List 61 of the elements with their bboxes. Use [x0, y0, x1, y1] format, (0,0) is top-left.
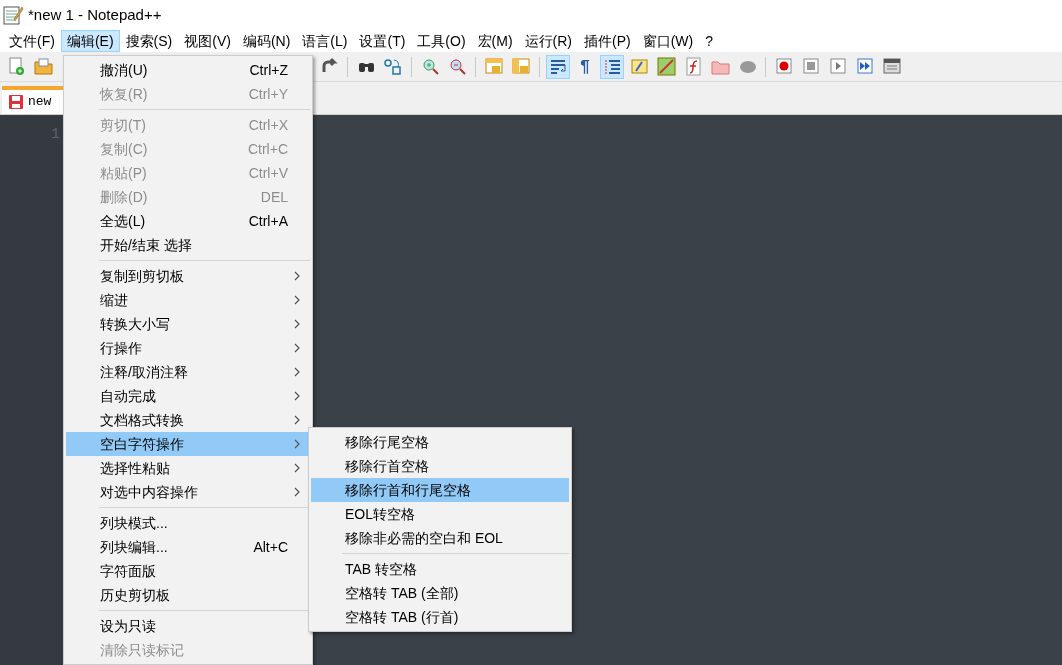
- stop-icon: [801, 57, 821, 76]
- window-title: *new 1 - Notepad++: [28, 4, 162, 25]
- record-icon: [774, 57, 794, 76]
- menu-item[interactable]: 设为只读: [66, 614, 310, 638]
- menu-item[interactable]: 运行(R): [518, 30, 578, 52]
- menu-item[interactable]: 移除行首和行尾空格: [311, 478, 569, 502]
- menu-item[interactable]: 移除行首空格: [311, 454, 569, 478]
- play-icon: [828, 57, 848, 76]
- menu-item[interactable]: 编码(N): [236, 30, 297, 52]
- zoom-in-icon: [420, 57, 440, 76]
- menu-item[interactable]: 搜索(S): [119, 30, 179, 52]
- menu-item[interactable]: 空白字符操作: [66, 432, 310, 456]
- menu-item[interactable]: 空格转 TAB (行首): [311, 605, 569, 629]
- menu-item[interactable]: 设置(T): [353, 30, 412, 52]
- menu-item[interactable]: 语言(L): [296, 30, 354, 52]
- menu-item[interactable]: 对选中内容操作: [66, 480, 310, 504]
- menu-item[interactable]: 自动完成: [66, 384, 310, 408]
- menu-item[interactable]: 移除行尾空格: [311, 430, 569, 454]
- show-all-characters-button[interactable]: ¶: [573, 54, 597, 79]
- indent-guide-icon: [602, 57, 622, 76]
- save-macro-icon: [882, 57, 902, 76]
- menu-item[interactable]: 选择性粘贴: [66, 456, 310, 480]
- fast-forward-icon: [855, 57, 875, 76]
- menu-item[interactable]: 复制到剪切板: [66, 264, 310, 288]
- indent-guide-button[interactable]: [600, 54, 624, 79]
- menu-item[interactable]: ?: [699, 30, 720, 52]
- word-wrap-button[interactable]: [546, 54, 570, 79]
- menu-item[interactable]: 列块模式...: [66, 511, 310, 535]
- menu-item[interactable]: 编辑(E): [60, 30, 120, 52]
- menu-item[interactable]: 转换大小写: [66, 312, 310, 336]
- document-map-icon: [656, 57, 676, 76]
- menu-item[interactable]: 开始/结束 选择: [66, 233, 310, 257]
- menu-item[interactable]: 空格转 TAB (全部): [311, 581, 569, 605]
- save-icon: [8, 94, 24, 110]
- menu-item[interactable]: 缩进: [66, 288, 310, 312]
- menu-item[interactable]: 视图(V): [178, 30, 237, 52]
- document-map-button[interactable]: [654, 54, 678, 79]
- menu-item[interactable]: 移除非必需的空白和 EOL: [311, 526, 569, 550]
- menu-item[interactable]: 插件(P): [578, 30, 637, 52]
- menu-item[interactable]: TAB 转空格: [311, 557, 569, 581]
- menu-item[interactable]: 工具(O): [411, 30, 472, 52]
- menu-item[interactable]: 行操作: [66, 336, 310, 360]
- word-wrap-icon: [548, 57, 568, 76]
- menu-item[interactable]: 撤消(U) Ctrl+Z: [66, 58, 310, 82]
- menu-item[interactable]: 宏(M): [471, 30, 519, 52]
- menu-item[interactable]: 全选(L) Ctrl+A: [66, 209, 310, 233]
- menu-item[interactable]: 字符面版: [66, 559, 310, 583]
- zoom-out-icon: [447, 57, 467, 76]
- menu-item[interactable]: 文件(F): [3, 30, 61, 52]
- folder-icon: [33, 57, 53, 76]
- replace-icon: [383, 57, 403, 76]
- sync-scroll-icon: [511, 57, 531, 76]
- new-file-icon: [6, 57, 26, 76]
- menu-item[interactable]: 文档格式转换: [66, 408, 310, 432]
- function-list-icon: [683, 57, 703, 76]
- menu-item[interactable]: 列块编辑... Alt+C: [66, 535, 310, 559]
- sync-scroll-icon: [484, 57, 504, 76]
- menu-item[interactable]: 窗口(W): [636, 30, 700, 52]
- menu-item[interactable]: 注释/取消注释: [66, 360, 310, 384]
- menu-item[interactable]: EOL转空格: [311, 502, 569, 526]
- menu-item[interactable]: 历史剪切板: [66, 583, 310, 607]
